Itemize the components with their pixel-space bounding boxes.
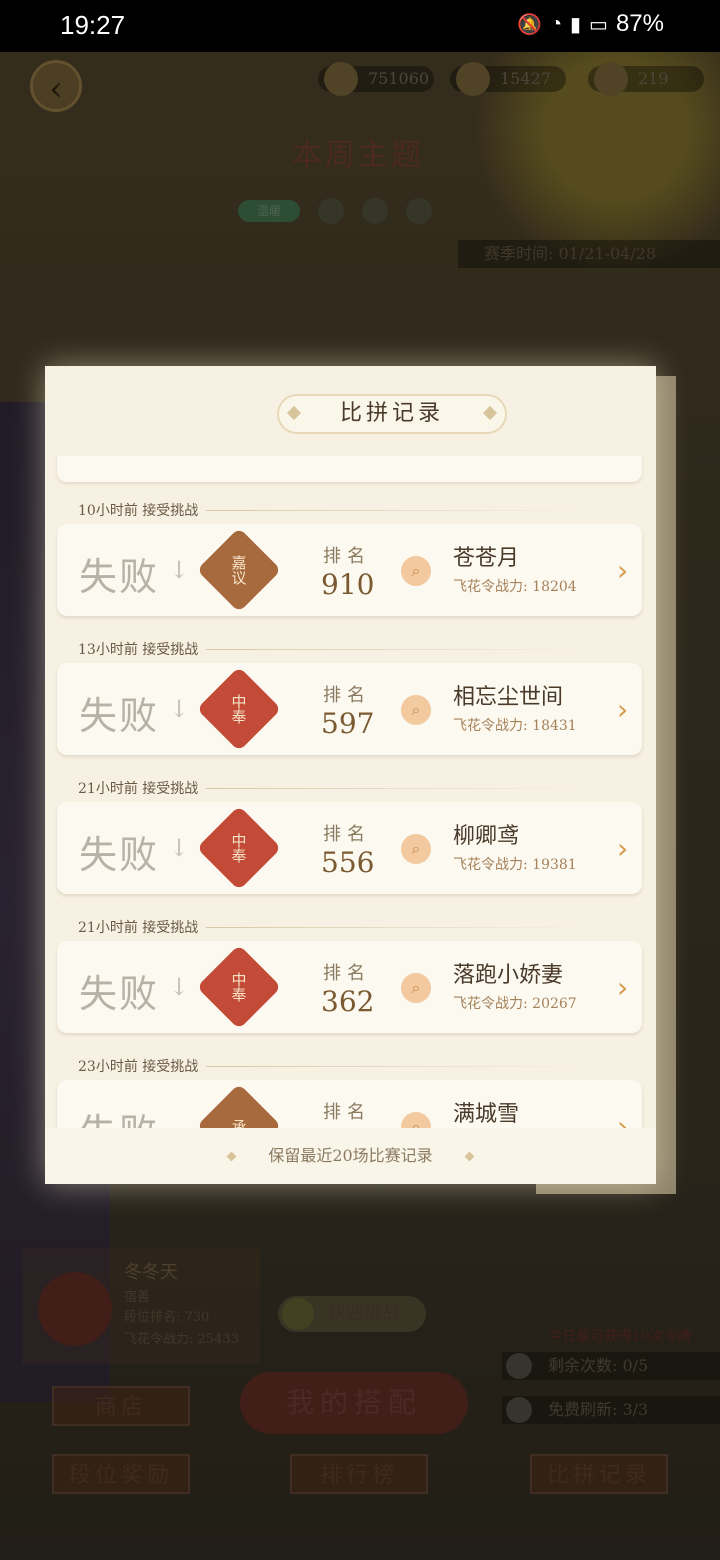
chevron-right-icon[interactable]: › <box>617 693 628 726</box>
record-meta: 21小时前 接受挑战 <box>78 778 591 798</box>
rank-value: 556 <box>321 846 375 879</box>
opponent-name: 苍苍月 <box>453 546 520 571</box>
list-item: 13小时前 接受挑战 失败 ↓ 中奉 排名 597 ⌕ 相忘尘世间 飞花令战力:… <box>45 639 656 778</box>
match-record-modal: 比拼记录 486 10小时前 接受挑战 失败 ↓ 嘉议 排名 910 ⌕ 苍苍月… <box>45 366 656 1184</box>
result-label: 失败 <box>79 833 160 877</box>
status-bar: 19:27 🔕 ◔ ▮ ▭ 87% <box>0 0 720 52</box>
record-meta: 23小时前 接受挑战 <box>78 1056 591 1076</box>
battery-percent: 87% <box>615 10 664 37</box>
list-item[interactable]: 486 <box>57 456 642 482</box>
opponent-name: 满城雪 <box>453 1102 520 1127</box>
rank-badge-label: 中奉 <box>229 833 248 863</box>
opponent-power: 飞花令战力: 20267 <box>453 996 577 1012</box>
record-meta: 10小时前 接受挑战 <box>78 500 591 520</box>
signal-icon: ▮ <box>570 13 582 36</box>
chevron-right-icon[interactable]: › <box>617 554 628 587</box>
opponent-power: 飞花令战力: 19381 <box>453 857 577 873</box>
battery-icon: ▭ <box>589 13 608 36</box>
result-label: 失败 <box>79 972 160 1016</box>
arrow-down-icon: ↓ <box>169 556 190 584</box>
footer-ornament-left <box>226 1151 237 1162</box>
search-icon[interactable]: ⌕ <box>401 973 431 1003</box>
result-label: 失败 <box>79 694 160 738</box>
rank-value: 486 <box>321 456 374 457</box>
record-list[interactable]: 486 10小时前 接受挑战 失败 ↓ 嘉议 排名 910 ⌕ 苍苍月 飞花令战… <box>45 456 656 1128</box>
list-item: 21小时前 接受挑战 失败 ↓ 中奉 排名 556 ⌕ 柳卿鸢 飞花令战力: 1… <box>45 778 656 917</box>
record-card[interactable]: 失败 ↓ 中奉 排名 362 ⌕ 落跑小娇妻 飞花令战力: 20267 › <box>57 941 642 1033</box>
search-icon[interactable]: ⌕ <box>401 834 431 864</box>
opponent-power: 飞花令战力: 18431 <box>453 718 577 734</box>
arrow-down-icon: ↓ <box>169 973 190 1001</box>
footer-ornament-right <box>464 1151 475 1162</box>
record-card[interactable]: 失败 ↓ 嘉议 排名 910 ⌕ 苍苍月 飞花令战力: 18204 › <box>57 524 642 616</box>
list-item: 21小时前 接受挑战 失败 ↓ 中奉 排名 362 ⌕ 落跑小娇妻 飞花令战力:… <box>45 917 656 1056</box>
search-icon[interactable]: ⌕ <box>401 695 431 725</box>
modal-footer: 保留最近20场比赛记录 <box>45 1128 656 1184</box>
rank-badge-label: 承 <box>229 1118 248 1129</box>
rank-label: 排名 <box>323 1102 371 1123</box>
arrow-down-icon: ↓ <box>169 834 190 862</box>
mute-icon: 🔕 <box>517 13 542 36</box>
status-icons: 🔕 ◔ ▮ ▭ 87% <box>517 10 664 38</box>
list-item: 10小时前 接受挑战 失败 ↓ 嘉议 排名 910 ⌕ 苍苍月 飞花令战力: 1… <box>45 500 656 639</box>
rank-badge-label: 中奉 <box>229 972 248 1002</box>
rank-label: 排名 <box>323 546 371 567</box>
chevron-right-icon[interactable]: › <box>617 832 628 865</box>
footer-note: 保留最近20场比赛记录 <box>268 1146 433 1165</box>
rank-badge-label: 中奉 <box>229 694 248 724</box>
rank-value: 910 <box>321 568 375 601</box>
opponent-power: 飞花令战力: 18204 <box>453 579 577 595</box>
list-item: 23小时前 接受挑战 失败 承 排名 ⌕ 满城雪 › <box>45 1056 656 1128</box>
opponent-name: 落跑小娇妻 <box>453 963 564 988</box>
search-icon[interactable]: ⌕ <box>401 556 431 586</box>
search-icon[interactable]: ⌕ <box>401 1112 431 1128</box>
rank-label: 排名 <box>323 685 371 706</box>
rank-label: 排名 <box>323 963 371 984</box>
modal-title: 比拼记录 <box>277 394 507 434</box>
record-card[interactable]: 失败 ↓ 中奉 排名 556 ⌕ 柳卿鸢 飞花令战力: 19381 › <box>57 802 642 894</box>
chevron-right-icon[interactable]: › <box>617 971 628 1004</box>
arrow-down-icon: ↓ <box>169 695 190 723</box>
rank-value: 597 <box>321 707 375 740</box>
opponent-name: 柳卿鸢 <box>453 824 520 849</box>
wifi-icon: ◔ <box>549 12 563 35</box>
record-card[interactable]: 失败 承 排名 ⌕ 满城雪 › <box>57 1080 642 1128</box>
record-meta: 21小时前 接受挑战 <box>78 917 591 937</box>
record-meta: 13小时前 接受挑战 <box>78 639 591 659</box>
chevron-right-icon[interactable]: › <box>617 1110 628 1128</box>
result-label: 失败 <box>79 555 160 599</box>
title-ornament-right <box>482 405 498 421</box>
opponent-name: 相忘尘世间 <box>453 685 564 710</box>
rank-value: 362 <box>321 985 375 1018</box>
result-label: 失败 <box>79 1102 159 1128</box>
rank-label: 排名 <box>323 824 371 845</box>
title-ornament-left <box>286 405 302 421</box>
status-time: 19:27 <box>60 10 126 40</box>
rank-badge-label: 嘉议 <box>229 555 248 585</box>
record-card[interactable]: 失败 ↓ 中奉 排名 597 ⌕ 相忘尘世间 飞花令战力: 18431 › <box>57 663 642 755</box>
